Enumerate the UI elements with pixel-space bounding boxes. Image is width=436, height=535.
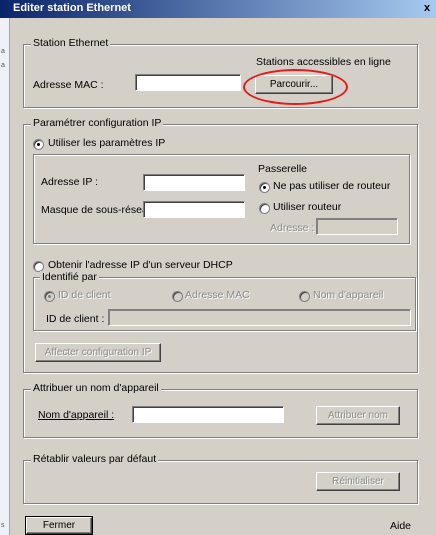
no-router-label[interactable]: Ne pas utiliser de routeur [273,180,390,192]
mac-address-label: Adresse MAC : [33,79,104,91]
subnet-mask-label: Masque de sous-réseau : [41,204,160,216]
title-bar: Editer station Ethernet [0,0,436,18]
use-ip-params-label[interactable]: Utiliser les paramètres IP [48,137,165,149]
use-ip-params-radio[interactable] [33,139,44,150]
dhcp-label[interactable]: Obtenir l'adresse IP d'un serveur DHCP [48,259,233,271]
background-window-strip [0,18,10,535]
ip-address-input[interactable] [143,174,245,191]
use-router-radio[interactable] [259,203,270,214]
client-id-input[interactable] [108,309,411,326]
ip-address-label: Adresse IP : [41,176,99,188]
device-name-radio[interactable] [299,291,310,302]
reset-legend: Rétablir valeurs par défaut [31,453,159,465]
online-stations-label: Stations accessibles en ligne [256,56,391,68]
strip-glyph: s [1,522,5,529]
identified-by-legend: Identifié par [40,271,99,283]
assign-ip-config-button[interactable]: Affecter configuration IP [35,343,161,362]
device-name-legend: Attribuer un nom d'appareil [31,382,161,394]
ip-config-legend: Paramétrer configuration IP [31,117,164,129]
help-button[interactable]: Aide [390,520,411,532]
device-name-input[interactable] [132,406,284,423]
device-name-label: Nom d'appareil : [38,409,115,421]
client-id-field-label: ID de client : [46,313,105,325]
mac-address-option-label: Adresse MAC [185,289,250,301]
annotation-highlight-ellipse [243,69,348,105]
reset-button[interactable]: Réinitialiser [316,472,400,491]
window-title: Editer station Ethernet [13,2,131,14]
gateway-title: Passerelle [258,163,308,175]
subnet-mask-input[interactable] [143,201,245,218]
strip-glyph: a [1,48,5,55]
station-ethernet-legend: Station Ethernet [31,37,111,49]
client-id-radio[interactable] [44,291,55,302]
client-id-option-label: ID de client [58,289,111,301]
close-icon[interactable]: x [421,2,433,14]
use-router-label[interactable]: Utiliser routeur [273,201,341,213]
device-name-option-label: Nom d'appareil [313,289,384,301]
mac-address-radio[interactable] [172,291,183,302]
assign-name-button[interactable]: Attribuer nom [316,406,400,425]
strip-glyph: a [1,62,5,69]
router-address-input[interactable] [316,218,398,235]
close-button[interactable]: Fermer [25,516,93,535]
mac-address-input[interactable] [135,74,241,91]
router-address-label: Adresse : [270,222,315,234]
no-router-radio[interactable] [259,182,270,193]
